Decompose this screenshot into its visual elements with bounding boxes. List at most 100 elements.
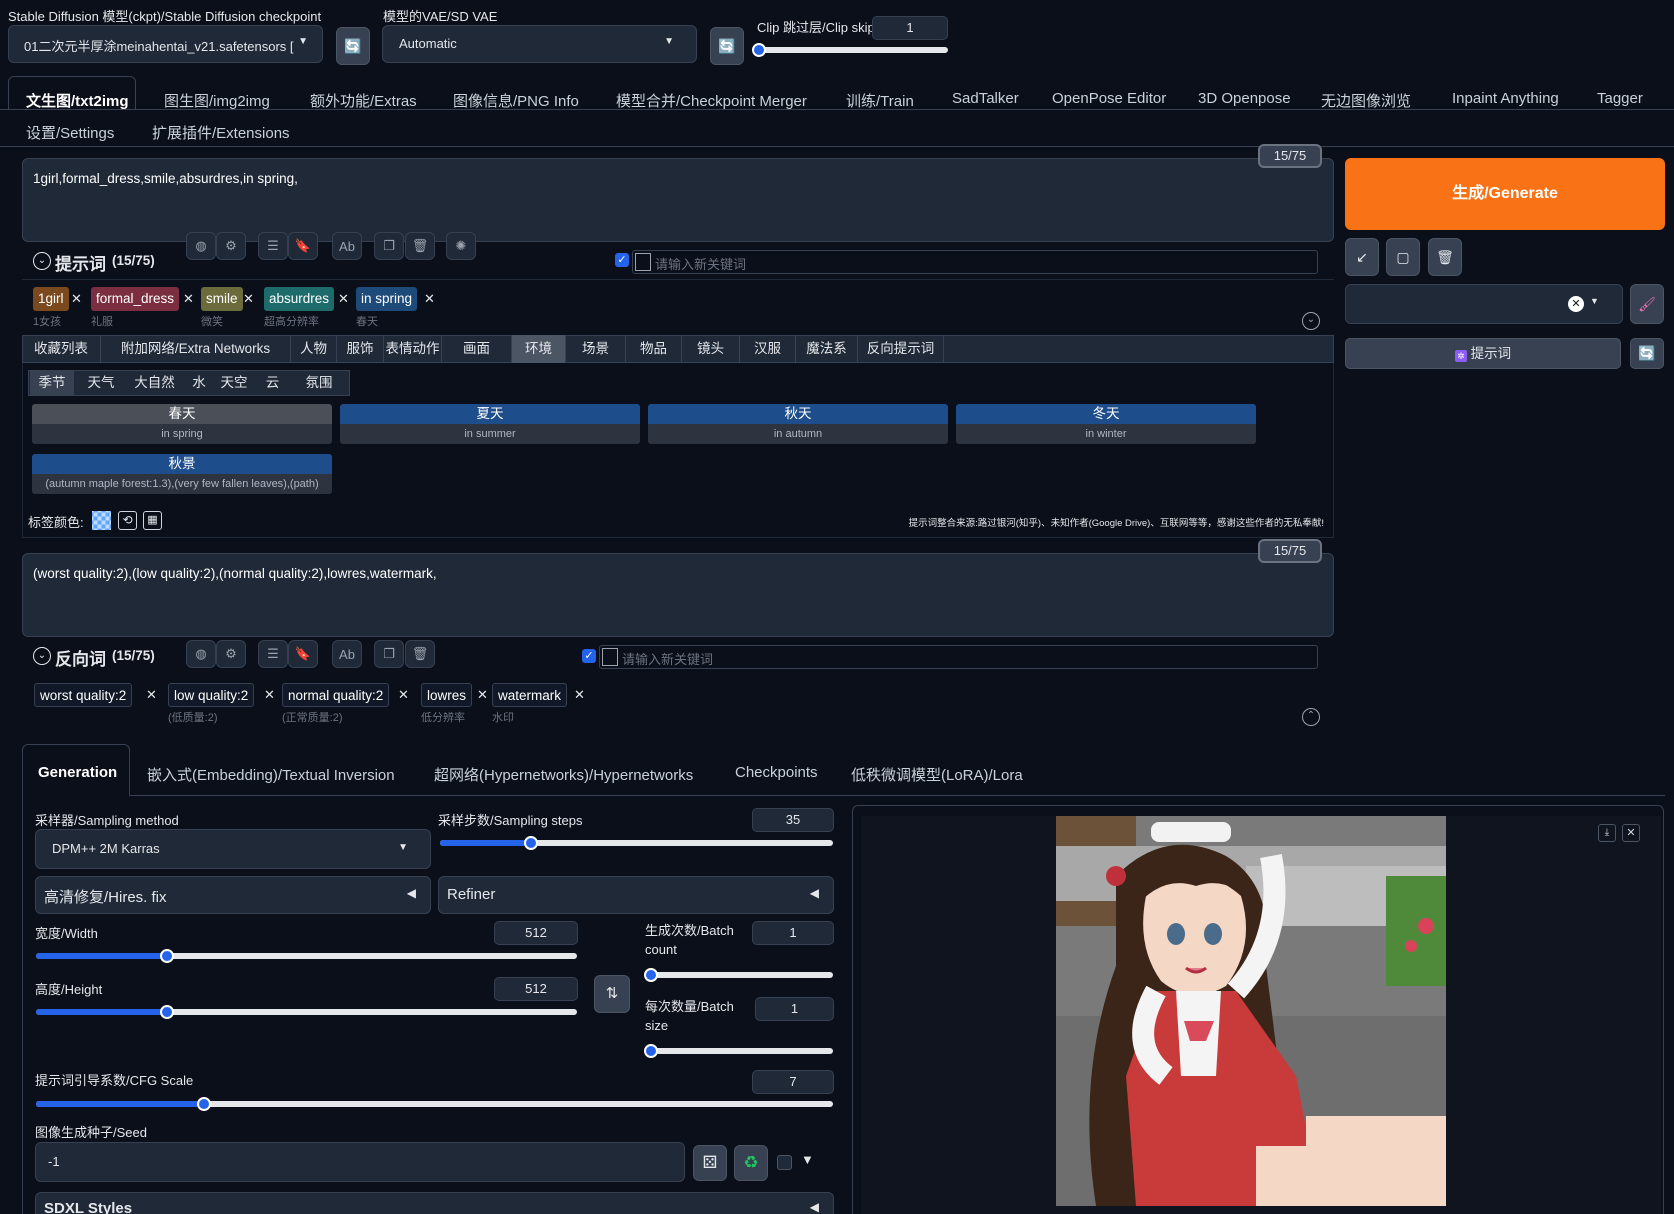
keyword-card[interactable]: 冬天 in winter [956, 404, 1256, 444]
gen-tab-4[interactable]: 低秩微调模型(LoRA)/Lora [851, 764, 1023, 785]
tab-row2-1[interactable]: 扩展插件/Extensions [152, 122, 290, 143]
batch-count-input[interactable]: 1 [752, 921, 834, 945]
expand-icon[interactable]: ⌄ [1302, 312, 1320, 330]
subcategory-tab[interactable]: 天空 [213, 370, 255, 396]
width-slider[interactable] [36, 949, 577, 963]
history-button[interactable]: ☰ [258, 232, 288, 260]
subcategory-tab[interactable]: 水 [185, 370, 213, 396]
remove-tag-icon[interactable]: ✕ [243, 291, 254, 307]
subcategory-tab[interactable]: 大自然 [124, 370, 185, 396]
negative-tag[interactable]: watermark [492, 683, 568, 707]
keyword-checkbox[interactable]: ✓ [615, 253, 629, 267]
cfg-input[interactable]: 7 [752, 1070, 834, 1094]
collapse-icon[interactable]: ⌄ [33, 252, 51, 270]
read-params-button[interactable]: ↙ [1345, 238, 1379, 276]
category-tab[interactable]: 物品 [626, 335, 682, 363]
remove-tag-icon[interactable]: ✕ [183, 291, 194, 307]
cfg-slider[interactable] [36, 1097, 833, 1111]
swap-dimensions-button[interactable]: ⇅ [594, 975, 630, 1013]
width-input[interactable]: 512 [494, 921, 578, 945]
prompt-helper-button[interactable]: ✲ 提示词 [1345, 338, 1621, 369]
seed-input[interactable]: -1 [35, 1142, 685, 1182]
reset-icon[interactable]: ⟲ [118, 511, 137, 530]
steps-input[interactable]: 35 [752, 808, 834, 832]
subcategory-tab[interactable]: 季节 [30, 370, 74, 396]
sampler-select[interactable]: DPM++ 2M Karras ▼ [35, 829, 431, 869]
tab-9[interactable]: 无边图像浏览 [1321, 90, 1411, 111]
prompt-tag[interactable]: formal_dress [91, 287, 180, 311]
prompt-tag[interactable]: in spring [356, 287, 418, 311]
tab-4[interactable]: 模型合并/Checkpoint Merger [616, 90, 807, 111]
batch-size-input[interactable]: 1 [755, 997, 834, 1021]
ai-button[interactable]: ✺ [446, 232, 476, 260]
subcategory-tab[interactable]: 云 [255, 370, 290, 396]
tab-11[interactable]: Tagger [1597, 90, 1643, 107]
tab-7[interactable]: OpenPose Editor [1052, 90, 1166, 107]
refresh-vae-button[interactable]: 🔄 [710, 27, 744, 65]
height-input[interactable]: 512 [494, 977, 578, 1001]
batch-size-slider[interactable] [644, 1044, 833, 1058]
category-tab[interactable]: 反向提示词 [858, 335, 944, 363]
subcategory-tab[interactable]: 氛围 [290, 370, 348, 396]
keyword-input[interactable]: 请输入新关键词 [599, 645, 1318, 669]
keyword-card[interactable]: 秋天 in autumn [648, 404, 948, 444]
remove-tag-icon[interactable]: ✕ [146, 687, 157, 703]
category-tab[interactable]: 魔法系 [796, 335, 858, 363]
generated-image[interactable] [1056, 816, 1446, 1206]
history-button[interactable]: ☰ [258, 640, 288, 668]
paste-button[interactable]: ▢ [1386, 238, 1420, 276]
remove-tag-icon[interactable]: ✕ [338, 291, 349, 307]
favorite-button[interactable]: 🔖 [288, 232, 318, 260]
random-seed-button[interactable]: ⚄ [693, 1145, 727, 1181]
collapse-icon[interactable]: ⌃ [1302, 708, 1320, 726]
extra-seed-checkbox[interactable] [777, 1155, 792, 1170]
keyword-card[interactable]: 春天 in spring [32, 404, 332, 444]
batch-count-slider[interactable] [644, 968, 833, 982]
tab-3[interactable]: 图像信息/PNG Info [453, 90, 579, 111]
prompt-tag[interactable]: smile [201, 287, 243, 311]
generate-button[interactable]: 生成/Generate [1345, 158, 1665, 230]
category-tab[interactable]: 收藏列表 [22, 335, 101, 363]
clear-icon[interactable]: ✕ [1568, 296, 1584, 312]
download-icon[interactable]: ⤓ [1598, 824, 1616, 842]
category-tab[interactable]: 服饰 [337, 335, 384, 363]
category-tab[interactable]: 附加网络/Extra Networks [101, 335, 291, 363]
category-tab[interactable]: 环境 [512, 335, 566, 363]
negative-tag[interactable]: worst quality:2 [34, 683, 133, 707]
translate-all-button[interactable]: Ab [332, 640, 362, 668]
category-tab[interactable]: 场景 [566, 335, 626, 363]
remove-tag-icon[interactable]: ✕ [424, 291, 435, 307]
category-tab[interactable]: 人物 [291, 335, 337, 363]
keyword-card[interactable]: 夏天 in summer [340, 404, 640, 444]
clip-skip-slider[interactable] [752, 43, 948, 57]
keyword-input[interactable]: 请输入新关键词 [632, 250, 1318, 274]
keyword-card[interactable]: 秋景 (autumn maple forest:1.3),(very few fa… [32, 454, 332, 494]
triangle-down-icon[interactable]: ▼ [801, 1152, 814, 1167]
tab-6[interactable]: SadTalker [952, 90, 1019, 107]
tab-row2-0[interactable]: 设置/Settings [26, 122, 114, 143]
styles-dropdown[interactable]: ✕ ▼ [1345, 284, 1623, 324]
translate-button[interactable]: ◍ [186, 232, 216, 260]
negative-tag[interactable]: normal quality:2 [282, 683, 390, 707]
tab-5[interactable]: 训练/Train [846, 90, 914, 111]
prompt-tag[interactable]: 1girl [33, 287, 69, 311]
prompt-tag[interactable]: absurdres [264, 287, 335, 311]
checkpoint-select[interactable]: 01二次元半厚涂meinahentai_v21.safetensors [ ▼ [8, 25, 323, 63]
translate-all-button[interactable]: Ab [332, 232, 362, 260]
gen-tab-2[interactable]: 超网络(Hypernetworks)/Hypernetworks [434, 764, 693, 785]
refiner-accordion[interactable]: Refiner ◀ [438, 876, 834, 914]
remove-tag-icon[interactable]: ✕ [574, 687, 585, 703]
remove-tag-icon[interactable]: ✕ [264, 687, 275, 703]
refresh-checkpoint-button[interactable]: 🔄 [336, 27, 370, 65]
calendar-icon[interactable]: ▦ [143, 511, 162, 530]
reuse-seed-button[interactable]: ♻ [734, 1145, 768, 1181]
remove-tag-icon[interactable]: ✕ [398, 687, 409, 703]
copy-button[interactable]: ❐ [374, 640, 404, 668]
refresh-button[interactable]: 🔄 [1630, 338, 1664, 369]
copy-button[interactable]: ❐ [374, 232, 404, 260]
close-icon[interactable]: ✕ [1622, 824, 1640, 842]
keyword-checkbox[interactable]: ✓ [582, 649, 596, 663]
apply-style-button[interactable]: 🖌 [1630, 284, 1664, 324]
clip-skip-input[interactable]: 1 [872, 16, 948, 40]
category-tab[interactable]: 汉服 [740, 335, 796, 363]
